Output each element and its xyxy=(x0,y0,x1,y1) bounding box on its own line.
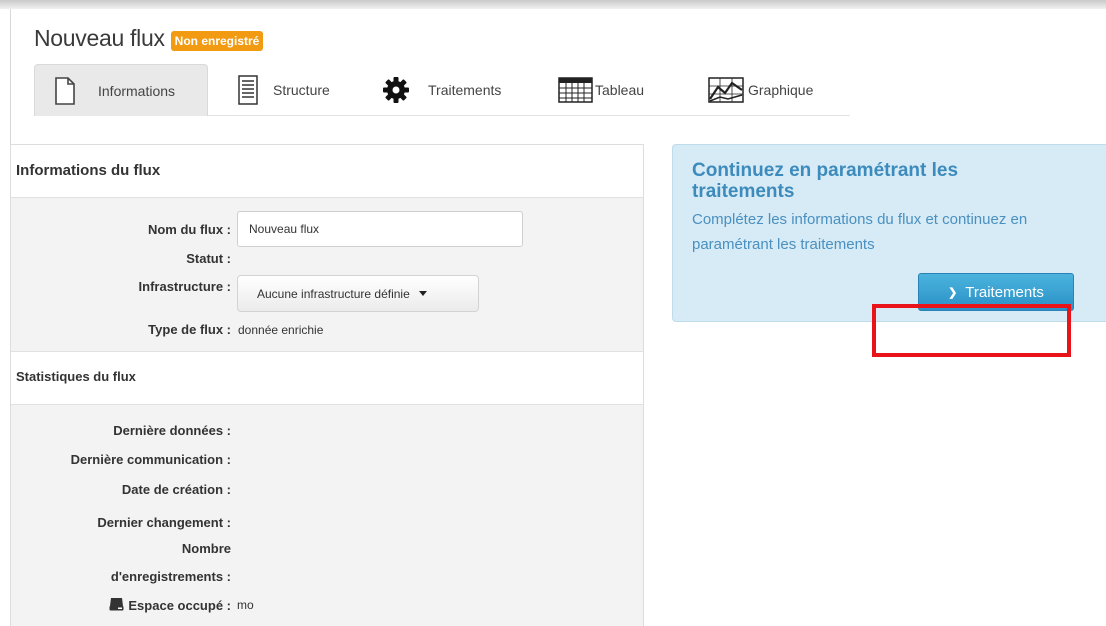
name-label: Nom du flux : xyxy=(147,222,231,237)
info-section-title: Informations du flux xyxy=(16,162,161,179)
last-change-label: Dernier changement : xyxy=(97,515,231,530)
chart-icon xyxy=(708,77,744,103)
tab-tableau[interactable]: Tableau xyxy=(558,64,678,116)
last-data-label: Dernière données : xyxy=(113,423,231,438)
traitements-button-label: Traitements xyxy=(965,283,1044,301)
tab-graphique[interactable]: Graphique xyxy=(708,64,838,116)
tab-bar: Informations Structure Traitements Table… xyxy=(34,64,850,116)
tab-informations[interactable]: Informations xyxy=(34,64,208,116)
flux-name-input[interactable] xyxy=(237,211,523,247)
storage-value: mo xyxy=(237,598,254,612)
lines-document-icon xyxy=(238,75,258,105)
infrastructure-dropdown-value: Aucune infrastructure définie xyxy=(257,286,410,301)
storage-label-text: Espace occupé : xyxy=(128,598,231,613)
hard-drive-icon xyxy=(109,597,124,614)
records-count-label-line1: Nombre xyxy=(181,541,231,556)
highlight-box xyxy=(872,304,1071,357)
infrastructure-dropdown[interactable]: Aucune infrastructure définie xyxy=(237,275,479,312)
gear-icon xyxy=(382,76,410,104)
tab-tableau-label: Tableau xyxy=(595,82,645,98)
status-label: Statut : xyxy=(186,251,231,266)
tab-traitements[interactable]: Traitements xyxy=(382,64,522,116)
status-badge: Non enregistré xyxy=(170,30,264,51)
type-value: donnée enrichie xyxy=(238,323,324,337)
stats-section-header: Statistiques du flux xyxy=(11,351,643,405)
title-row: Nouveau flux Non enregistré xyxy=(34,25,264,52)
tab-structure-label: Structure xyxy=(273,82,330,98)
info-section-header: Informations du flux xyxy=(11,145,643,198)
document-icon xyxy=(49,75,81,107)
chevron-right-icon: ❯ xyxy=(948,286,958,299)
type-label: Type de flux : xyxy=(148,322,231,337)
page-title: Nouveau flux xyxy=(34,25,165,51)
window-top-strip xyxy=(0,0,1106,9)
next-step-callout: Continuez en paramétrant les traitements… xyxy=(672,144,1106,322)
storage-label: Espace occupé : xyxy=(109,597,231,614)
tab-structure[interactable]: Structure xyxy=(238,64,358,116)
last-communication-label: Dernière communication : xyxy=(70,452,231,467)
flux-info-panel: Informations du flux Nom du flux : Statu… xyxy=(10,144,644,626)
callout-text: Complétez les informations du flux et co… xyxy=(692,211,1028,253)
stats-section-title: Statistiques du flux xyxy=(16,369,136,384)
table-grid-icon xyxy=(558,77,593,103)
caret-down-icon xyxy=(418,291,427,296)
tab-traitements-label: Traitements xyxy=(428,82,502,98)
tab-informations-label: Informations xyxy=(98,82,176,99)
tab-graphique-label: Graphique xyxy=(748,82,814,98)
records-count-label-line2: d'enregistrements : xyxy=(110,569,231,584)
creation-date-label: Date de création : xyxy=(121,482,231,497)
callout-title: Continuez en paramétrant les traitements xyxy=(692,160,959,202)
infrastructure-label: Infrastructure : xyxy=(138,279,231,294)
